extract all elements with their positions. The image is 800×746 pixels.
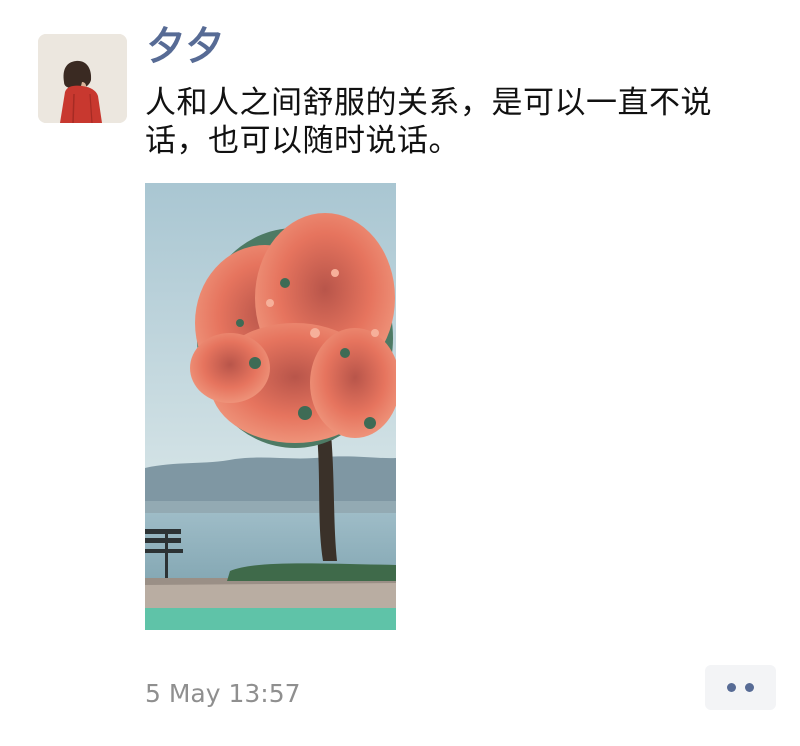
avatar[interactable] [38,34,127,123]
post-text: 人和人之间舒服的关系，是可以一直不说 话，也可以随时说话。 [145,85,712,159]
tree-photo-icon [145,183,396,630]
avatar-girl-icon [38,34,127,123]
author-name-link[interactable]: 夕夕 [147,20,225,72]
more-actions-button[interactable] [705,665,776,710]
post-timestamp: 5 May 13:57 [145,679,301,708]
more-dots-icon [727,683,736,692]
more-dots-icon [745,683,754,692]
post-image[interactable] [145,183,396,630]
